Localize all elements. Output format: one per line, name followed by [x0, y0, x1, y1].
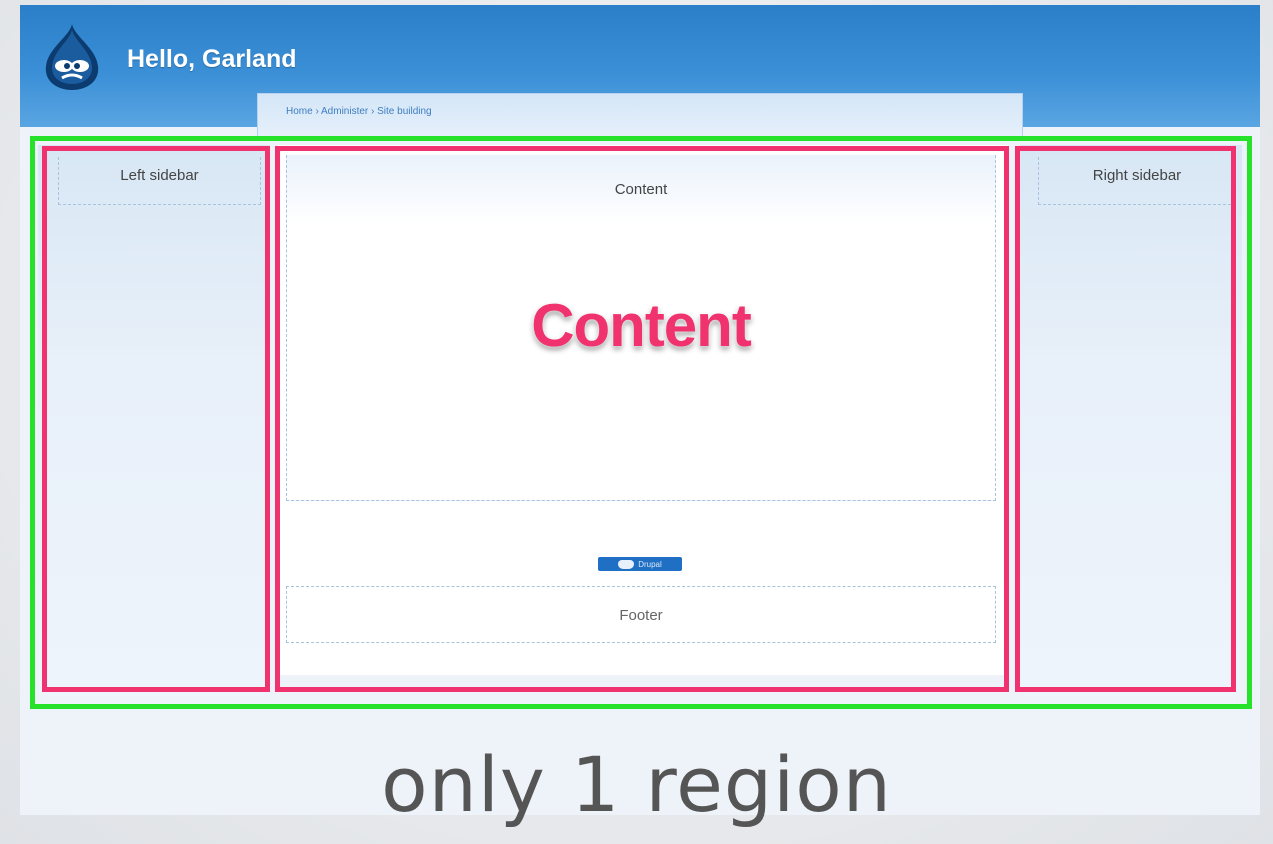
left-sidebar-highlight	[42, 146, 270, 692]
content-highlight	[275, 146, 1009, 692]
breadcrumb-bar: Home › Administer › Site building	[257, 93, 1023, 137]
drupal-drop-icon[interactable]	[40, 22, 104, 92]
right-sidebar-highlight	[1015, 146, 1236, 692]
slide-caption: only 1 region	[381, 740, 892, 829]
breadcrumb[interactable]: Home › Administer › Site building	[286, 106, 432, 117]
site-header: Hello, Garland Home › Administer › Site …	[20, 5, 1260, 137]
garland-screenshot: Hello, Garland Home › Administer › Site …	[20, 5, 1260, 815]
site-title[interactable]: Hello, Garland	[127, 45, 296, 74]
slide: Hello, Garland Home › Administer › Site …	[0, 0, 1273, 844]
